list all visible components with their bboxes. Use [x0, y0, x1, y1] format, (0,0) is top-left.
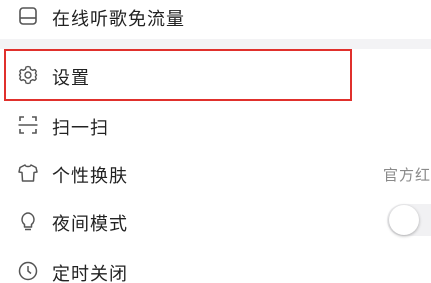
- menu-item-timer[interactable]: 定时关闭: [0, 248, 431, 283]
- sim-card-icon: [12, 0, 44, 32]
- menu-item-label: 扫一扫: [52, 118, 109, 139]
- lightbulb-icon: [12, 205, 44, 237]
- shirt-icon: [12, 157, 44, 189]
- theme-value: 官方红: [382, 166, 431, 184]
- menu-item-label: 个性换肤: [52, 166, 128, 187]
- menu-item-scan[interactable]: 扫一扫: [0, 102, 431, 148]
- menu-item-theme[interactable]: 个性换肤 官方红: [0, 150, 431, 196]
- settings-menu-screen: 在线听歌免流量 设置 扫一扫 个性换肤 官方红 夜间模式 定时关闭: [0, 0, 431, 283]
- menu-item-label: 定时关闭: [52, 264, 128, 283]
- scan-icon: [12, 109, 44, 141]
- menu-item-label: 在线听歌免流量: [52, 9, 185, 30]
- clock-icon: [12, 255, 44, 283]
- menu-item-settings[interactable]: 设置: [0, 51, 431, 99]
- menu-item-label: 设置: [52, 68, 90, 89]
- night-mode-toggle[interactable]: [387, 204, 431, 236]
- toggle-knob: [389, 205, 419, 235]
- section-divider: [0, 39, 431, 49]
- menu-item-free-data[interactable]: 在线听歌免流量: [0, 0, 431, 34]
- menu-item-label: 夜间模式: [52, 214, 128, 235]
- gear-icon: [12, 59, 44, 91]
- menu-item-night-mode[interactable]: 夜间模式: [0, 198, 431, 244]
